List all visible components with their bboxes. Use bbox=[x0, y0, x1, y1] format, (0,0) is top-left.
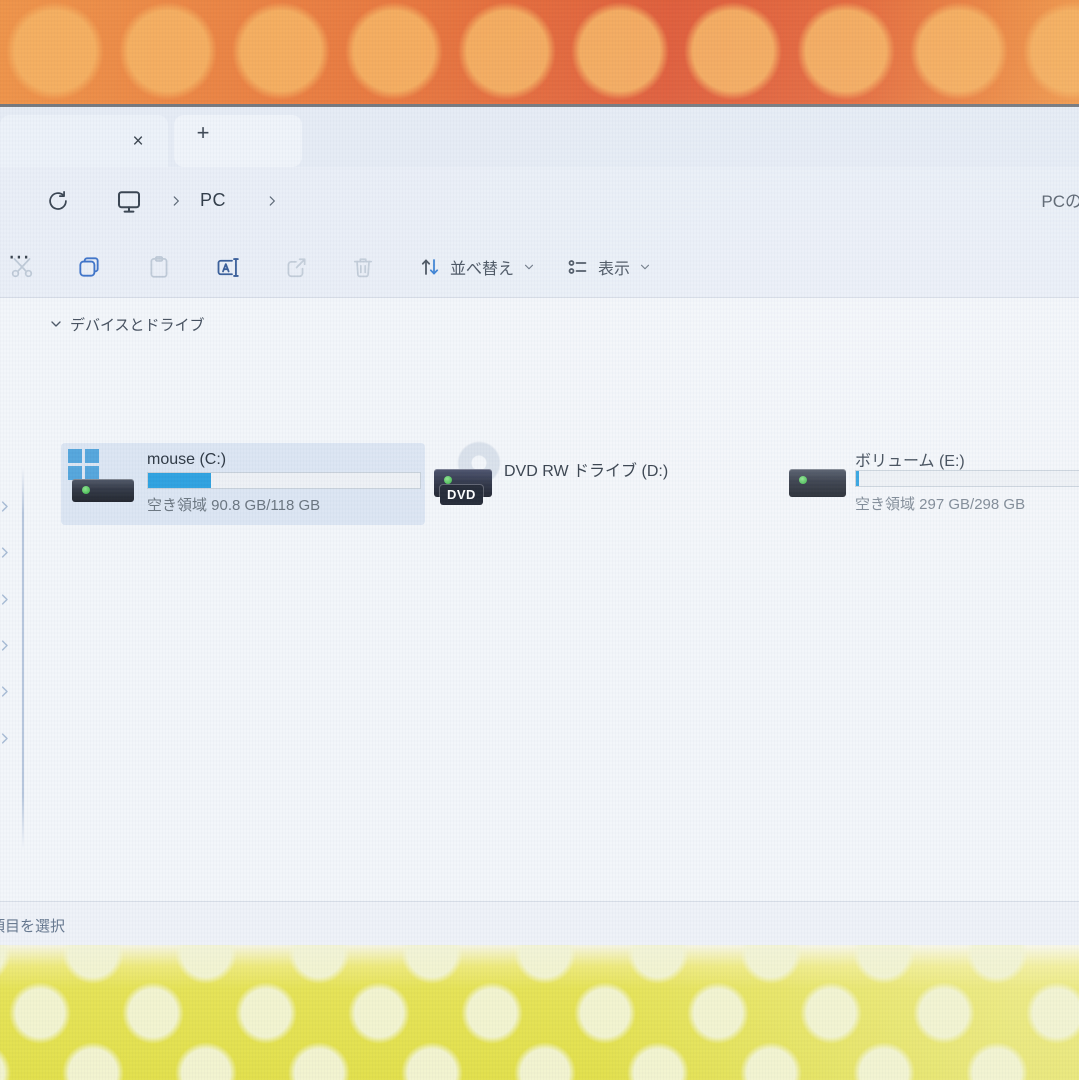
view-list-icon bbox=[566, 255, 590, 279]
trash-icon bbox=[350, 254, 376, 280]
free-space-label: 空き領域 297 GB/298 GB bbox=[855, 493, 1025, 514]
explorer-tab[interactable]: × bbox=[0, 115, 168, 167]
clipboard-icon bbox=[146, 254, 172, 280]
tree-expand-chevron-icon[interactable] bbox=[0, 684, 12, 699]
drive-tile-c[interactable]: mouse (C:) 空き領域 90.8 GB/118 GB bbox=[61, 443, 425, 525]
section-collapse-icon[interactable] bbox=[48, 316, 64, 332]
desktop-wallpaper-bottom bbox=[0, 945, 1079, 1080]
copy-icon bbox=[76, 254, 102, 280]
view-button[interactable]: 表示 bbox=[566, 248, 652, 286]
rename-icon bbox=[214, 254, 241, 281]
capacity-bar-fill bbox=[148, 473, 211, 488]
navigation-pane-separator bbox=[22, 467, 24, 849]
share-icon bbox=[283, 254, 309, 280]
this-pc-icon[interactable] bbox=[112, 184, 146, 218]
close-tab-icon[interactable]: × bbox=[124, 128, 152, 156]
chevron-down-icon bbox=[522, 260, 536, 274]
section-title: デバイスとドライブ bbox=[70, 314, 205, 335]
tree-expand-chevron-icon[interactable] bbox=[0, 499, 12, 514]
copy-button[interactable] bbox=[70, 248, 108, 286]
desktop-wallpaper-top bbox=[0, 0, 1079, 104]
address-bar: PC PCの bbox=[0, 167, 1079, 235]
sort-button[interactable]: 並べ替え bbox=[418, 248, 536, 286]
capacity-bar bbox=[147, 472, 421, 489]
drive-name: DVD RW ドライブ (D:) bbox=[504, 457, 668, 481]
search-box-text[interactable]: PCの bbox=[1041, 187, 1079, 212]
file-explorer-window: × + PC PCの bbox=[0, 107, 1079, 945]
refresh-icon[interactable] bbox=[42, 185, 74, 217]
windows-logo-icon bbox=[68, 449, 99, 480]
paste-button[interactable] bbox=[140, 248, 178, 286]
chevron-down-icon bbox=[638, 260, 652, 274]
delete-button[interactable] bbox=[344, 248, 382, 286]
status-bar: 項目を選択 bbox=[0, 901, 1079, 945]
dvd-badge: DVD bbox=[440, 485, 483, 505]
share-button[interactable] bbox=[277, 248, 315, 286]
led-indicator bbox=[444, 476, 452, 484]
drive-tile-e[interactable]: ボリューム (E:) 空き領域 297 GB/298 GB bbox=[785, 443, 1079, 525]
drive-tile-d[interactable]: DVD DVD RW ドライブ (D:) bbox=[430, 443, 780, 525]
tree-expand-chevron-icon[interactable] bbox=[0, 731, 12, 746]
drive-name: mouse (C:) bbox=[147, 451, 226, 469]
breadcrumb-chevron-icon[interactable] bbox=[166, 189, 186, 213]
tab-bar: × + bbox=[0, 107, 1079, 167]
content-area: デバイスとドライブ mouse (C:) 空き領域 90.8 GB/118 GB… bbox=[0, 298, 1079, 901]
tree-expand-chevron-icon[interactable] bbox=[0, 545, 12, 560]
led-indicator bbox=[799, 476, 807, 484]
new-tab-button[interactable]: + bbox=[188, 118, 218, 148]
hard-drive-icon bbox=[72, 479, 134, 502]
capacity-bar bbox=[855, 470, 1079, 487]
capacity-bar-fill bbox=[856, 471, 859, 486]
screen-photo: × + PC PCの bbox=[0, 0, 1079, 1080]
breadcrumb-chevron-icon[interactable] bbox=[262, 189, 282, 213]
free-space-label: 空き領域 90.8 GB/118 GB bbox=[147, 494, 320, 515]
scissors-icon bbox=[9, 254, 35, 280]
hard-drive-icon bbox=[789, 469, 846, 497]
tree-expand-chevron-icon[interactable] bbox=[0, 638, 12, 653]
sort-label: 並べ替え bbox=[450, 255, 514, 279]
tree-expand-chevron-icon[interactable] bbox=[0, 592, 12, 607]
view-label: 表示 bbox=[598, 255, 630, 279]
command-bar: 並べ替え 表示 ⋯ bbox=[0, 235, 1079, 298]
selection-status-text: 項目を選択 bbox=[0, 915, 65, 936]
rename-button[interactable] bbox=[208, 248, 246, 286]
sort-arrows-icon bbox=[418, 255, 442, 279]
led-indicator bbox=[82, 486, 90, 494]
drive-name: ボリューム (E:) bbox=[855, 447, 965, 471]
cut-button[interactable] bbox=[3, 248, 41, 286]
breadcrumb-pc[interactable]: PC bbox=[200, 185, 226, 215]
